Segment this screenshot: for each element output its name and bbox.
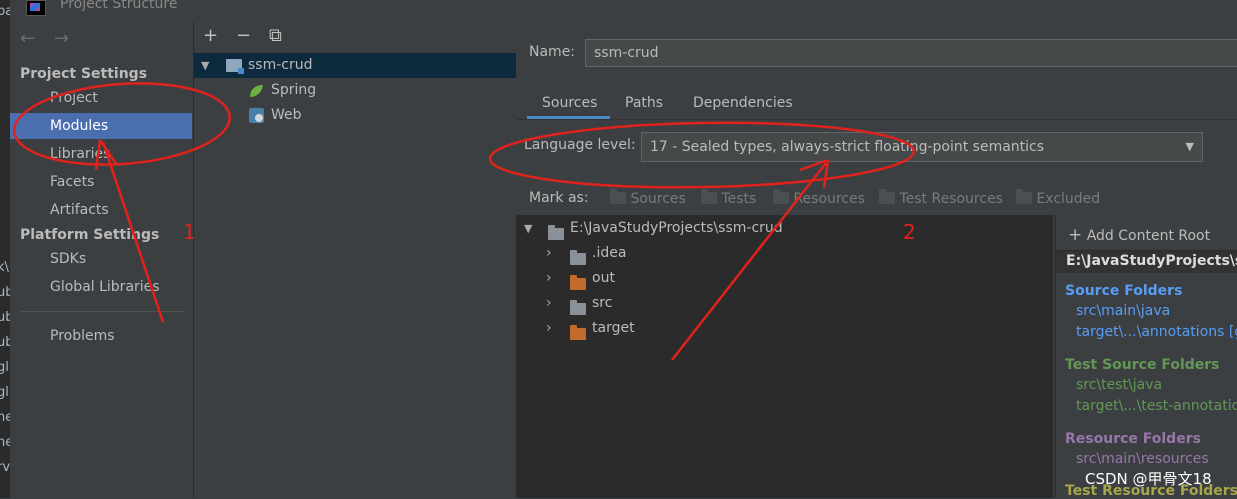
sidebar-divider bbox=[20, 311, 185, 312]
folder-icon bbox=[548, 225, 564, 240]
tree-item-ssm-crud[interactable]: ▼ ssm-crud bbox=[194, 53, 516, 78]
folder-icon bbox=[773, 189, 789, 204]
sidebar-item-sdks[interactable]: SDKs bbox=[10, 246, 192, 272]
folder-name: .idea bbox=[592, 245, 627, 261]
test-source-folders-header: Test Source Folders bbox=[1065, 357, 1220, 373]
folder-icon bbox=[701, 189, 717, 204]
folder-name: out bbox=[592, 270, 615, 286]
intellij-logo-icon bbox=[26, 0, 46, 16]
spring-leaf-icon bbox=[250, 85, 263, 97]
facet-name: Web bbox=[271, 107, 302, 123]
csdn-watermark: CSDN @甲骨文18 bbox=[1085, 470, 1212, 488]
project-settings-header: Project Settings bbox=[20, 66, 148, 82]
bg-text: ub bbox=[0, 310, 10, 325]
sidebar-item-project[interactable]: Project bbox=[10, 85, 192, 111]
language-level-value: 17 - Sealed types, always-strict floatin… bbox=[650, 139, 1045, 155]
folder-icon bbox=[570, 300, 586, 315]
test-source-folder-item[interactable]: src\test\java bbox=[1076, 377, 1162, 393]
mark-as-sources-button[interactable]: Sources bbox=[610, 189, 686, 207]
bg-text: gl bbox=[0, 360, 9, 375]
folder-name: target bbox=[592, 320, 635, 336]
source-folder-item[interactable]: target\...\annotations [ge bbox=[1076, 324, 1237, 340]
folder-icon bbox=[879, 189, 895, 204]
settings-sidebar: ← → Project Settings Project Modules Lib… bbox=[10, 22, 192, 498]
window-title: Project Structure bbox=[60, 0, 178, 12]
chevron-right-icon: › bbox=[546, 245, 552, 261]
language-level-select[interactable]: 17 - Sealed types, always-strict floatin… bbox=[641, 132, 1203, 162]
sidebar-item-global-libraries[interactable]: Global Libraries bbox=[10, 274, 192, 300]
content-root-path-header: E:\JavaStudyProjects\ssm bbox=[1066, 253, 1237, 269]
sidebar-item-facets[interactable]: Facets bbox=[10, 169, 192, 195]
copy-module-button[interactable]: ⧉ bbox=[269, 25, 282, 46]
bg-text: ne bbox=[0, 410, 10, 425]
remove-module-button[interactable]: − bbox=[236, 25, 251, 46]
chevron-down-icon: ▼ bbox=[1185, 140, 1194, 153]
sidebar-item-modules[interactable]: Modules bbox=[10, 113, 192, 139]
tree-item-web[interactable]: Web bbox=[194, 103, 516, 128]
mark-as-test-resources-button[interactable]: Test Resources bbox=[879, 189, 1003, 207]
forward-arrow-icon[interactable]: → bbox=[54, 28, 69, 49]
module-folder-icon bbox=[226, 59, 244, 74]
bg-text: gl: bbox=[0, 385, 10, 400]
tab-paths[interactable]: Paths bbox=[625, 95, 663, 111]
plus-icon: + bbox=[1068, 225, 1083, 245]
bg-text: ub bbox=[0, 335, 10, 350]
module-tree-panel: + − ⧉ ▼ ssm-crud Spring Web bbox=[193, 22, 517, 498]
tree-item-folder[interactable]: › src bbox=[516, 291, 1053, 316]
bg-text: ne bbox=[0, 435, 10, 450]
platform-settings-header: Platform Settings bbox=[20, 227, 160, 243]
sidebar-item-artifacts[interactable]: Artifacts bbox=[10, 197, 192, 223]
add-module-button[interactable]: + bbox=[203, 25, 218, 46]
tree-item-folder[interactable]: › target bbox=[516, 316, 1053, 341]
content-roots-panel: + Add Content Root E:\JavaStudyProjects\… bbox=[1055, 215, 1237, 499]
content-root-tree: ▼ E:\JavaStudyProjects\ssm-crud › .idea … bbox=[516, 215, 1053, 498]
chevron-down-icon: ▼ bbox=[201, 59, 210, 72]
bg-text: pa bbox=[0, 4, 10, 19]
resource-folder-item[interactable]: src\main\resources bbox=[1076, 451, 1209, 467]
tree-item-folder[interactable]: › .idea bbox=[516, 241, 1053, 266]
mark-as-excluded-button[interactable]: Excluded bbox=[1016, 189, 1100, 207]
mark-as-resources-button[interactable]: Resources bbox=[773, 189, 865, 207]
language-level-label: Language level: bbox=[524, 137, 636, 153]
tree-item-content-root[interactable]: ▼ E:\JavaStudyProjects\ssm-crud bbox=[516, 216, 1053, 241]
sidebar-item-problems[interactable]: Problems bbox=[10, 323, 192, 349]
title-bar bbox=[10, 0, 1237, 20]
add-content-root-button[interactable]: + Add Content Root bbox=[1068, 225, 1210, 245]
folder-icon bbox=[610, 189, 626, 204]
web-facet-icon bbox=[249, 108, 264, 123]
chevron-down-icon: ▼ bbox=[524, 222, 533, 235]
excluded-folder-icon bbox=[570, 275, 586, 290]
test-source-folder-item[interactable]: target\...\test-annotation bbox=[1076, 398, 1237, 414]
tree-item-folder[interactable]: › out bbox=[516, 266, 1053, 291]
resource-folders-header: Resource Folders bbox=[1065, 431, 1201, 447]
module-name-field[interactable]: ssm-crud bbox=[585, 39, 1237, 67]
name-label: Name: bbox=[529, 44, 576, 60]
chevron-right-icon: › bbox=[546, 320, 552, 336]
tab-divider bbox=[516, 119, 1237, 120]
folder-name: src bbox=[592, 295, 613, 311]
mark-as-label: Mark as: bbox=[529, 190, 589, 206]
sidebar-item-libraries[interactable]: Libraries bbox=[10, 141, 192, 167]
folder-icon bbox=[1016, 189, 1032, 204]
module-name: ssm-crud bbox=[248, 57, 313, 73]
tab-dependencies[interactable]: Dependencies bbox=[693, 95, 793, 111]
bg-text: rv bbox=[0, 460, 10, 475]
mark-as-tests-button[interactable]: Tests bbox=[701, 189, 756, 207]
bg-text: ub bbox=[0, 285, 10, 300]
tab-sources[interactable]: Sources bbox=[542, 95, 597, 111]
background-editor-strip: pa k\ ub ub ub gl gl: ne ne rv bbox=[0, 0, 10, 498]
chevron-right-icon: › bbox=[546, 270, 552, 286]
source-folders-header: Source Folders bbox=[1065, 283, 1183, 299]
folder-icon bbox=[570, 250, 586, 265]
content-root-path: E:\JavaStudyProjects\ssm-crud bbox=[570, 220, 783, 236]
excluded-folder-icon bbox=[570, 325, 586, 340]
tree-item-spring[interactable]: Spring bbox=[194, 78, 516, 103]
bg-text: k\ bbox=[0, 260, 9, 275]
chevron-right-icon: › bbox=[546, 295, 552, 311]
annotation-number-1: 1 bbox=[183, 220, 196, 244]
facet-name: Spring bbox=[271, 82, 317, 98]
back-arrow-icon[interactable]: ← bbox=[20, 28, 35, 49]
source-folder-item[interactable]: src\main\java bbox=[1076, 303, 1170, 319]
annotation-number-2: 2 bbox=[903, 220, 916, 244]
